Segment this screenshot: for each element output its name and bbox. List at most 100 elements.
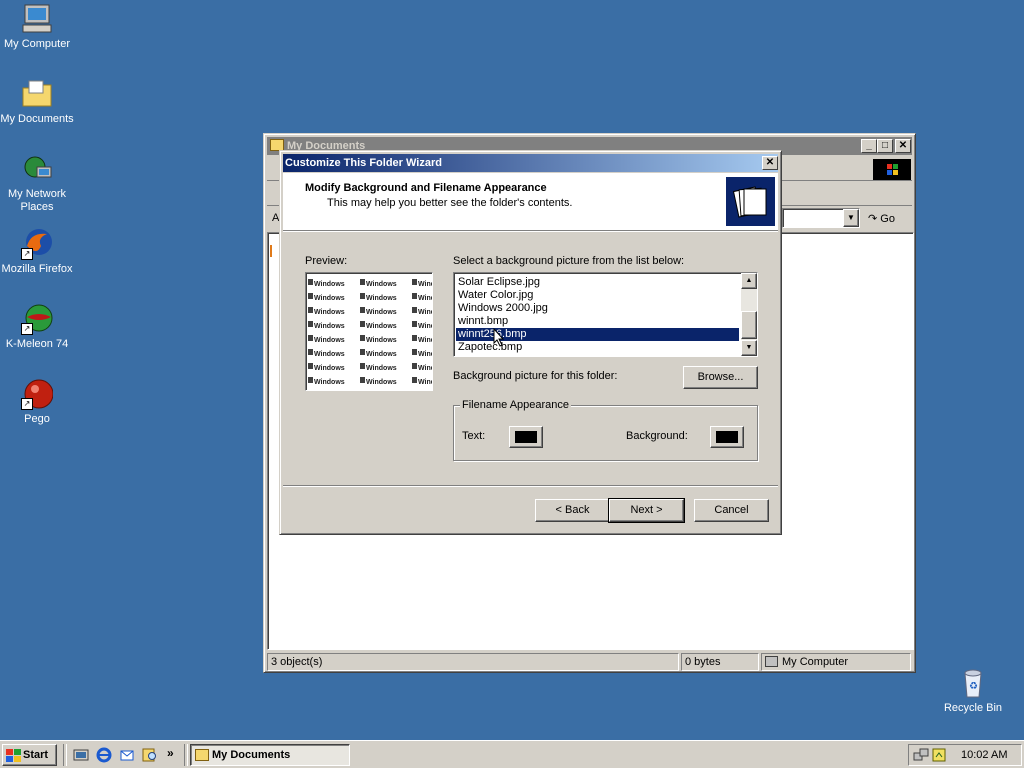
folder-wizard-icon [726, 177, 775, 226]
address-dropdown-button[interactable]: ▼ [843, 209, 859, 227]
taskbar: Start » My Documents 10:02 AM [0, 740, 1024, 768]
preview-tile-text: Windows [366, 337, 397, 344]
preview-tile-text: Windows [314, 337, 345, 344]
preview-tile-text: Windows [418, 337, 432, 344]
preview-flag-mark [360, 363, 365, 369]
outlook-express-icon[interactable] [119, 747, 135, 763]
preview-flag-mark [308, 279, 313, 285]
shortcut-arrow-icon: ↗ [21, 248, 33, 260]
internet-explorer-icon[interactable] [96, 747, 112, 763]
preview-flag-mark [412, 335, 417, 341]
scroll-thumb[interactable] [741, 311, 757, 339]
wizard-subheading: This may help you better see the folder'… [327, 197, 573, 209]
shortcut-arrow-icon: ↗ [21, 323, 33, 335]
desktop-icon-label: My Documents [0, 113, 74, 125]
quick-launch-chevron[interactable]: » [167, 746, 174, 760]
go-button[interactable]: ↷ Go [868, 210, 908, 228]
preview-flag-mark [308, 349, 313, 355]
preview-flag-mark [308, 363, 313, 369]
next-button[interactable]: Next > [608, 498, 685, 523]
wizard-header: Modify Background and Filename Appearanc… [283, 173, 778, 231]
list-item[interactable]: winnt.bmp [456, 315, 739, 328]
preview-flag-mark [412, 293, 417, 299]
system-tray: 10:02 AM [908, 744, 1022, 766]
status-zone: My Computer [761, 653, 911, 671]
wizard-title-bar[interactable]: Customize This Folder Wizard [283, 154, 778, 172]
preview-flag-mark [412, 363, 417, 369]
close-button[interactable]: ✕ [895, 139, 911, 153]
k-meleon-icon: ↗ [21, 303, 53, 335]
preview-flag-mark [360, 335, 365, 341]
preview-tile-text: Windows [418, 281, 432, 288]
search-icon[interactable] [142, 747, 158, 763]
text-color-button[interactable] [509, 426, 543, 448]
text-color-swatch [515, 431, 537, 443]
preview-flag-mark [308, 335, 313, 341]
preview-label: Preview: [305, 255, 348, 267]
start-label: Start [23, 749, 49, 761]
address-combo[interactable]: ▼ [782, 208, 860, 228]
preview-tile-text: Windows [366, 281, 397, 288]
network-tray-icon[interactable] [913, 747, 929, 763]
preview-flag-mark [360, 377, 365, 383]
preview-box: Windows Windows Windows Windows Windows Windo… [305, 272, 433, 391]
desktop-icon-label: Pego [24, 413, 50, 425]
desktop-icon-my-computer[interactable]: My Computer [0, 3, 74, 51]
show-desktop-icon[interactable] [73, 747, 89, 763]
firefox-icon: ↗ [21, 228, 53, 260]
preview-flag-mark [360, 279, 365, 285]
preview-flag-mark [308, 321, 313, 327]
svg-text:♻: ♻ [969, 681, 978, 692]
list-scrollbar[interactable]: ▲ ▼ [741, 273, 757, 356]
shortcut-arrow-icon: ↗ [21, 398, 33, 410]
filename-appearance-group: Filename Appearance Text: Background: [453, 399, 758, 461]
list-item[interactable]: Solar Eclipse.jpg [456, 276, 739, 289]
background-picture-list[interactable]: Solar Eclipse.jpg Water Color.jpg Window… [453, 272, 758, 357]
filename-group-title: Filename Appearance [460, 399, 572, 411]
cancel-button[interactable]: Cancel [694, 499, 769, 522]
list-item[interactable]: Windows 2000.jpg [456, 302, 739, 315]
desktop-icon-label: K-Meleon 74 [5, 338, 69, 350]
desktop-icon-recycle-bin[interactable]: ♻ Recycle Bin [936, 667, 1010, 715]
taskbar-divider [184, 744, 188, 766]
desktop-icon-label: My Computer [3, 38, 71, 50]
browse-button[interactable]: Browse... [683, 366, 758, 389]
preview-flag-mark [360, 349, 365, 355]
maximize-button[interactable]: □ [877, 139, 893, 153]
preview-tile-text: Windows [314, 365, 345, 372]
desktop-icon-label: Mozilla Firefox [1, 263, 73, 275]
desktop-icon-my-network-places[interactable]: My Network Places [0, 153, 74, 214]
back-button[interactable]: < Back [535, 499, 610, 522]
desktop-icon-k-meleon[interactable]: ↗ K-Meleon 74 [0, 303, 74, 351]
taskbar-item-my-documents[interactable]: My Documents [190, 744, 350, 766]
desktop-icon-pego[interactable]: ↗ Pego [0, 378, 74, 426]
start-button[interactable]: Start [2, 744, 57, 766]
list-item[interactable]: Water Color.jpg [456, 289, 739, 302]
scroll-down-button[interactable]: ▼ [741, 340, 757, 356]
preview-flag-mark [308, 377, 313, 383]
preview-flag-mark [412, 279, 417, 285]
preview-tile-pattern: Windows Windows Windows Windows Windows Windo… [308, 279, 432, 386]
background-color-button[interactable] [710, 426, 744, 448]
preview-tile-text: Windows [314, 295, 345, 302]
wizard-title: Customize This Folder Wizard [285, 157, 442, 169]
customize-folder-wizard[interactable]: Customize This Folder Wizard ✕ Modify Ba… [279, 150, 782, 535]
preview-tile-text: Windows [314, 309, 345, 316]
minimize-button[interactable]: _ [861, 139, 877, 153]
volume-tray-icon[interactable] [931, 747, 947, 763]
preview-tile-text: Windows [314, 379, 345, 386]
preview-flag-mark [412, 349, 417, 355]
background-color-label: Background: [626, 430, 688, 442]
scroll-up-button[interactable]: ▲ [741, 273, 757, 289]
recycle-bin-icon: ♻ [957, 667, 989, 699]
bg-picture-label: Background picture for this folder: [453, 370, 618, 382]
text-color-label: Text: [462, 430, 486, 442]
status-size: 0 bytes [681, 653, 759, 671]
desktop-icon-my-documents[interactable]: My Documents [0, 78, 74, 126]
clock[interactable]: 10:02 AM [961, 749, 1007, 761]
wizard-close-button[interactable]: ✕ [762, 156, 778, 170]
mouse-cursor-icon [493, 328, 505, 347]
wizard-heading: Modify Background and Filename Appearanc… [305, 182, 547, 194]
desktop-icon-mozilla-firefox[interactable]: ↗ Mozilla Firefox [0, 228, 74, 276]
list-label: Select a background picture from the lis… [453, 255, 685, 267]
